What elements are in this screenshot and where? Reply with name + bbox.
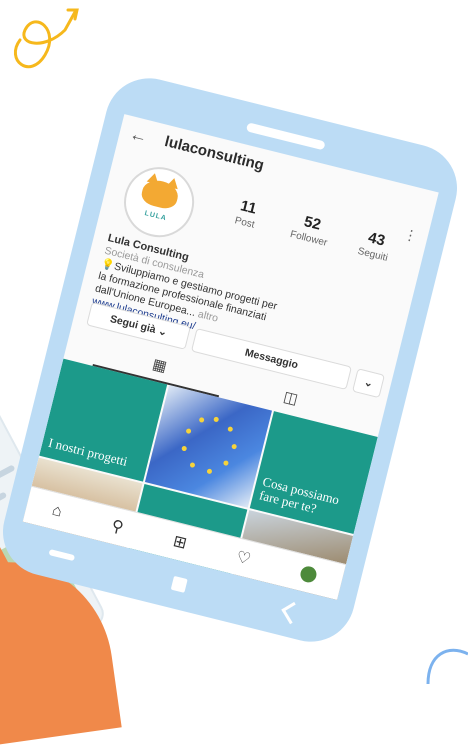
home-icon[interactable]: ⌂: [50, 502, 63, 522]
heart-icon[interactable]: ♡: [234, 547, 253, 570]
back-arrow-icon[interactable]: ←: [127, 123, 150, 148]
phone-speaker: [245, 122, 326, 151]
instagram-profile-screen: ← lulaconsulting ⋮ LULA 11 Post 52 Follo…: [22, 114, 439, 601]
phone-mockup: ← lulaconsulting ⋮ LULA 11 Post 52 Follo…: [0, 69, 467, 651]
yellow-scribble-decoration: [13, 8, 79, 69]
stat-followers[interactable]: 52 Follower: [273, 207, 348, 253]
profile-avatar-icon[interactable]: [298, 564, 319, 585]
stat-posts[interactable]: 11 Post: [209, 191, 284, 237]
recent-apps-icon[interactable]: [47, 548, 75, 562]
home-button-icon[interactable]: [170, 575, 188, 593]
tagged-icon[interactable]: ◫: [269, 384, 312, 411]
grid-icon[interactable]: ▦: [138, 352, 181, 379]
blue-arc-decoration: [426, 648, 468, 684]
add-post-icon[interactable]: ⊞: [171, 531, 189, 554]
avatar-brand-text: LULA: [143, 210, 168, 223]
profile-username: lulaconsulting: [162, 133, 266, 175]
search-icon[interactable]: ⚲: [109, 516, 125, 538]
stat-following[interactable]: 43 Seguiti: [337, 223, 412, 269]
profile-avatar[interactable]: LULA: [116, 159, 202, 245]
back-button-icon[interactable]: [280, 601, 303, 624]
